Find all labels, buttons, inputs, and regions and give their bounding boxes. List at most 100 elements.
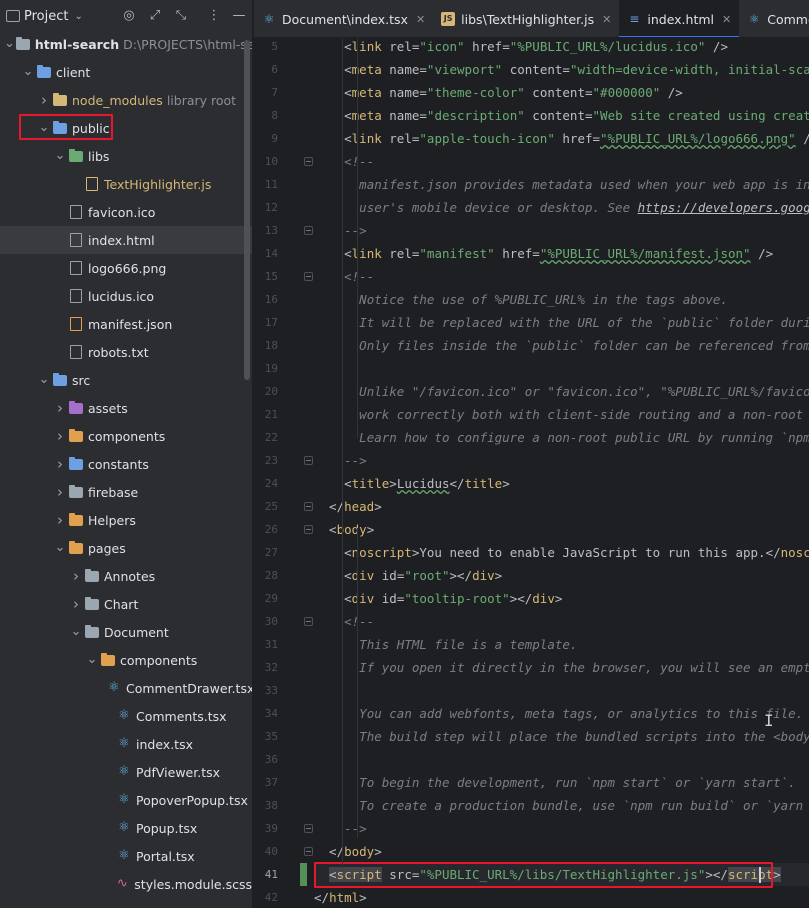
- tree-root-html-search[interactable]: ⌄ html-searchD:\PROJECTS\html-search: [0, 30, 252, 58]
- code-line[interactable]: <meta name="description" content="Web si…: [314, 104, 809, 127]
- tree-file-texthighlighter[interactable]: ›TextHighlighter.js: [0, 170, 252, 198]
- code-line[interactable]: </body>: [314, 840, 382, 863]
- tree-folder-doc-components[interactable]: ⌄ components: [0, 646, 252, 674]
- chevron-right-icon[interactable]: ›: [52, 511, 68, 529]
- tree-folder-client[interactable]: ⌄ client: [0, 58, 252, 86]
- tree-folder-assets[interactable]: › assets: [0, 394, 252, 422]
- code-line[interactable]: The build step will place the bundled sc…: [314, 725, 809, 748]
- chevron-right-icon[interactable]: ›: [52, 483, 68, 501]
- fold-icon[interactable]: [304, 525, 313, 534]
- fold-icon[interactable]: [304, 824, 313, 833]
- code-line[interactable]: You can add webfonts, meta tags, or anal…: [314, 702, 803, 725]
- code-line[interactable]: [314, 357, 359, 380]
- tab-index-html[interactable]: ≡ index.html ✕: [619, 0, 740, 37]
- target-icon[interactable]: ◎: [120, 7, 138, 25]
- code-line[interactable]: work correctly both with client-side rou…: [314, 403, 809, 426]
- code-line[interactable]: <link rel="manifest" href="%PUBLIC_URL%/…: [314, 242, 773, 265]
- fold-icon[interactable]: [304, 226, 313, 235]
- fold-icon[interactable]: [304, 847, 313, 856]
- tree-file-pdfviewer[interactable]: ›⚛PdfViewer.tsx: [0, 758, 252, 786]
- close-icon[interactable]: ✕: [602, 13, 611, 26]
- code-line[interactable]: Unlike "/favicon.ico" or "favicon.ico", …: [314, 380, 809, 403]
- tree-folder-annotes[interactable]: › Annotes: [0, 562, 252, 590]
- code-line[interactable]: [314, 679, 359, 702]
- tree-folder-node-modules[interactable]: › node_modules library root: [0, 86, 252, 114]
- minimize-icon[interactable]: —: [230, 7, 248, 25]
- tree-file-styles-scss[interactable]: ›∿styles.module.scss: [0, 870, 252, 898]
- code-area[interactable]: <link rel="icon" href="%PUBLIC_URL%/luci…: [314, 38, 809, 908]
- chevron-down-icon[interactable]: ⌄: [52, 541, 68, 554]
- code-line[interactable]: </head>: [314, 495, 382, 518]
- code-editor[interactable]: 5 6 7 8 9 10 11 12 13 14 15 16 17 18 19 20 21 22 23 24 25 26 2…: [254, 38, 809, 908]
- chevron-down-icon[interactable]: ⌄: [68, 625, 84, 638]
- code-line[interactable]: Only files inside the `public` folder ca…: [314, 334, 809, 357]
- tree-file-comments[interactable]: ›⚛Comments.tsx: [0, 702, 252, 730]
- chevron-right-icon[interactable]: ›: [52, 455, 68, 473]
- chevron-right-icon[interactable]: ›: [68, 567, 84, 585]
- tree-file-index-tsx[interactable]: ›⚛index.tsx: [0, 730, 252, 758]
- code-line[interactable]: <!--: [314, 265, 374, 288]
- code-line[interactable]: manifest.json provides metadata used whe…: [314, 173, 809, 196]
- chevron-right-icon[interactable]: ›: [52, 427, 68, 445]
- code-line[interactable]: -->: [314, 219, 367, 242]
- tree-file-popup[interactable]: ›⚛Popup.tsx: [0, 814, 252, 842]
- chevron-down-icon[interactable]: ⌄: [52, 149, 68, 162]
- tree-folder-src[interactable]: ⌄ src: [0, 366, 252, 394]
- tree-folder-pages[interactable]: ⌄ pages: [0, 534, 252, 562]
- tree-folder-libs[interactable]: ⌄ libs: [0, 142, 252, 170]
- fold-icon[interactable]: [304, 157, 313, 166]
- tab-libs-texthighlighter[interactable]: JS libs\TextHighlighter.js ✕: [433, 0, 619, 37]
- fold-icon[interactable]: [304, 617, 313, 626]
- code-line[interactable]: If you open it directly in the browser, …: [314, 656, 809, 679]
- close-icon[interactable]: ✕: [416, 13, 425, 26]
- expand-icon[interactable]: ⤢: [146, 7, 164, 25]
- tab-document-index-tsx[interactable]: ⚛ Document\index.tsx ✕: [254, 0, 433, 37]
- tree-file-portal[interactable]: ›⚛Portal.tsx: [0, 842, 252, 870]
- chevron-down-icon[interactable]: ⌄: [4, 37, 15, 50]
- code-line[interactable]: <meta name="viewport" content="width=dev…: [314, 58, 809, 81]
- tree-folder-chart[interactable]: › Chart: [0, 590, 252, 618]
- chevron-down-icon[interactable]: ⌄: [20, 65, 36, 78]
- tree-file-logo666[interactable]: ›logo666.png: [0, 254, 252, 282]
- chevron-right-icon[interactable]: ›: [68, 595, 84, 613]
- tab-commentdrawer[interactable]: ⚛CommentDrawer.tsx✕: [739, 0, 809, 37]
- code-line[interactable]: -->: [314, 449, 367, 472]
- collapse-icon[interactable]: ⤡: [172, 7, 190, 25]
- tree-file-popoverpopup[interactable]: ›⚛PopoverPopup.tsx: [0, 786, 252, 814]
- code-line[interactable]: <body>: [314, 518, 374, 541]
- code-line[interactable]: To create a production bundle, use `npm …: [314, 794, 809, 817]
- code-line[interactable]: </html>: [314, 886, 367, 908]
- code-line[interactable]: <title>Lucidus</title>: [314, 472, 510, 495]
- tree-file-commentdrawer[interactable]: ›⚛CommentDrawer.tsx: [0, 674, 252, 702]
- code-line[interactable]: <!--: [314, 150, 374, 173]
- tree-file-favicon[interactable]: ›favicon.ico: [0, 198, 252, 226]
- more-icon[interactable]: ⋮: [205, 7, 223, 25]
- code-line[interactable]: <noscript>You need to enable JavaScript …: [314, 541, 809, 564]
- chevron-down-icon[interactable]: ⌄: [36, 373, 52, 386]
- fold-icon[interactable]: [304, 502, 313, 511]
- code-line[interactable]: <!--: [314, 610, 374, 633]
- code-line[interactable]: Learn how to configure a non-root public…: [314, 426, 809, 449]
- tree-scrollbar[interactable]: [244, 40, 250, 380]
- code-line[interactable]: It will be replaced with the URL of the …: [314, 311, 809, 334]
- tree-folder-helpers[interactable]: › Helpers: [0, 506, 252, 534]
- chevron-right-icon[interactable]: ›: [36, 91, 52, 109]
- fold-icon[interactable]: [304, 272, 313, 281]
- close-icon[interactable]: ✕: [722, 13, 731, 26]
- chevron-right-icon[interactable]: ›: [52, 399, 68, 417]
- tree-file-manifest[interactable]: ›manifest.json: [0, 310, 252, 338]
- code-line[interactable]: Notice the use of %PUBLIC_URL% in the ta…: [314, 288, 728, 311]
- code-line[interactable]: <link rel="icon" href="%PUBLIC_URL%/luci…: [314, 38, 728, 58]
- tree-file-robots[interactable]: ›robots.txt: [0, 338, 252, 366]
- code-line[interactable]: -->: [314, 817, 367, 840]
- tree-folder-components[interactable]: › components: [0, 422, 252, 450]
- code-line[interactable]: [314, 748, 359, 771]
- tree-file-index-html[interactable]: ›index.html: [0, 226, 252, 254]
- code-line[interactable]: user's mobile device or desktop. See htt…: [314, 196, 809, 219]
- code-line[interactable]: To begin the development, run `npm start…: [314, 771, 796, 794]
- code-line[interactable]: <div id="tooltip-root"></div>: [314, 587, 562, 610]
- tree-file-lucidus-ico[interactable]: ›lucidus.ico: [0, 282, 252, 310]
- tree-folder-document[interactable]: ⌄ Document: [0, 618, 252, 646]
- code-line[interactable]: <link rel="apple-touch-icon" href="%PUBL…: [314, 127, 809, 150]
- tree-folder-firebase[interactable]: › firebase: [0, 478, 252, 506]
